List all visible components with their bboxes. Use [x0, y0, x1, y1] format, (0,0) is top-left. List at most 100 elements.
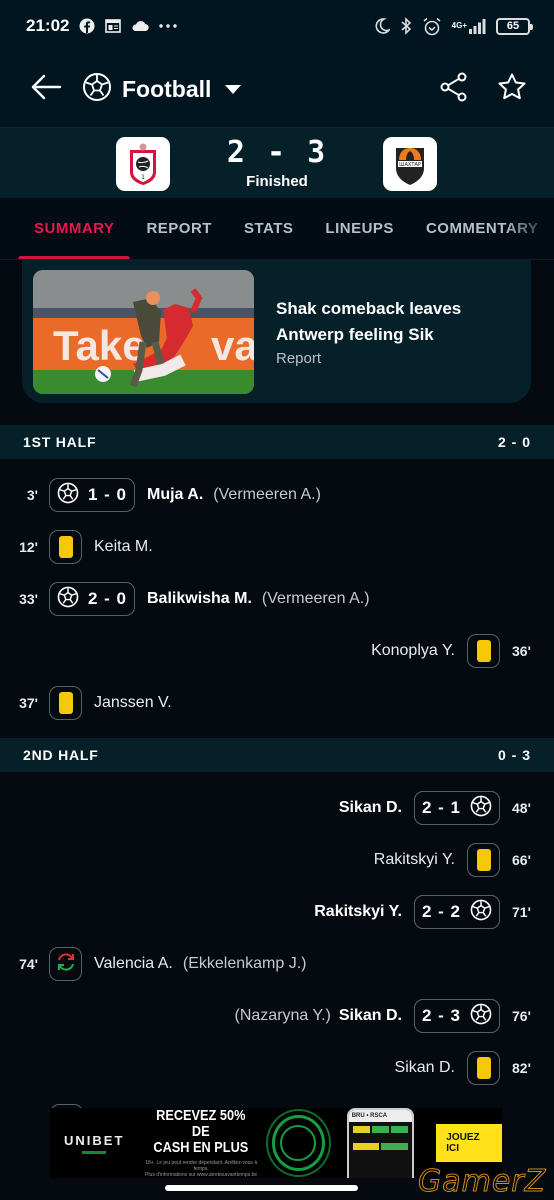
signal-icon: 4G+: [452, 18, 486, 34]
news-type: Report: [276, 350, 322, 367]
player-name: Janssen V.: [94, 694, 172, 711]
card-badge: [467, 634, 500, 668]
ad-ring-graphic: [271, 1115, 325, 1171]
event-row[interactable]: 37' Janssen V.: [0, 683, 554, 723]
event-row[interactable]: 33' 2 - 0 Balikwisha M. (Vermeeren A.): [0, 579, 554, 619]
away-team-logo[interactable]: ШАХТАР: [383, 137, 437, 191]
card-badge: [467, 843, 500, 877]
tab-bar: SUMMARY REPORT STATS LINEUPS COMMENTARY: [0, 198, 554, 260]
ad-headline-line-2: CASH EN PLUS: [153, 1139, 249, 1156]
player-name: Rakitskyi Y.: [373, 851, 455, 868]
section-header-2nd-half: 2ND HALF 0 - 3: [0, 738, 554, 772]
section-label: 1ST HALF: [23, 434, 97, 450]
match-score: 2 - 3: [226, 134, 328, 170]
svg-text:1: 1: [141, 174, 145, 181]
tab-commentary[interactable]: COMMENTARY: [410, 198, 554, 259]
yellow-card-icon: [476, 640, 491, 662]
assist-name: (Vermeeren A.): [213, 486, 321, 503]
ad-disclaimer-1: 18+. Le jeu peut rendre dépendant. Arrêt…: [145, 1160, 258, 1172]
section-header-1st-half: 1ST HALF 2 - 0: [0, 425, 554, 459]
goal-badge: 2 - 0: [49, 582, 135, 616]
share-button[interactable]: [438, 72, 470, 107]
event-minute: 48': [512, 800, 531, 816]
event-row[interactable]: 3' 1 - 0 Muja A. (Vermeeren A.): [0, 475, 554, 515]
ad-brand-logo: UNIBET: [64, 1133, 124, 1154]
goal-score: 2 - 1: [422, 798, 462, 817]
match-status: Finished: [246, 172, 308, 190]
sport-selector[interactable]: Football: [82, 72, 242, 107]
shakhtar-crest-icon: ШАХТАР: [396, 148, 424, 185]
card-badge: [49, 686, 82, 720]
event-row[interactable]: 74' Valencia A. (Ekkelenkamp J.): [0, 944, 554, 984]
share-icon: [440, 72, 468, 107]
news-card[interactable]: Take va Shak comeback leaves Antwerp fee…: [22, 260, 531, 403]
player-name: Konoplya Y.: [371, 642, 455, 659]
event-row[interactable]: Sikan D. 2 - 1 48': [0, 788, 554, 828]
clock: 21:02: [26, 16, 70, 35]
home-team-logo[interactable]: 1: [116, 137, 170, 191]
event-row[interactable]: Rakitskyi Y. 2 - 2 71': [0, 892, 554, 932]
ad-headline-line-1: RECEVEZ 50% DE: [156, 1107, 246, 1140]
news-title: Shak comeback leaves Antwerp feeling Sik: [276, 299, 462, 344]
player-name: Muja A.: [147, 486, 204, 503]
tab-summary[interactable]: SUMMARY: [18, 198, 131, 259]
tab-report[interactable]: REPORT: [130, 198, 228, 259]
football-icon: [470, 1003, 492, 1030]
match-header: 1 2 - 3 Finished ШАХТАР: [0, 128, 554, 198]
status-bar: 21:02 4G+ 65: [0, 0, 554, 52]
section-score: 2 - 0: [497, 434, 531, 450]
event-row[interactable]: Konoplya Y. 36': [0, 631, 554, 671]
event-minute: 76': [512, 1008, 531, 1024]
calendar-icon: [105, 19, 122, 33]
player-name: Balikwisha M.: [147, 590, 252, 607]
back-button[interactable]: [28, 72, 64, 108]
event-minute: 74': [19, 956, 38, 972]
yellow-card-icon: [476, 1057, 491, 1079]
event-row[interactable]: Rakitskyi Y. 66': [0, 840, 554, 880]
arrow-left-icon: [30, 74, 62, 105]
star-icon: [497, 72, 527, 107]
battery-indicator: 65: [496, 17, 533, 35]
section-score: 0 - 3: [497, 747, 531, 763]
football-icon: [57, 482, 79, 509]
event-minute: 12': [19, 539, 38, 555]
more-dots-icon: [159, 24, 178, 28]
assist-name: (Nazaryna Y.): [234, 1007, 331, 1024]
alarm-icon: [422, 17, 442, 36]
event-minute: 71': [512, 904, 531, 920]
svg-text:va: va: [211, 322, 254, 369]
player-name: Valencia A.: [94, 955, 173, 972]
event-minute: 36': [512, 643, 531, 659]
svg-text:ШАХТАР: ШАХТАР: [399, 162, 421, 168]
card-badge: [49, 530, 82, 564]
ad-phone-graphic: BRU • RSCA: [346, 1108, 415, 1178]
football-icon: [470, 795, 492, 822]
favorite-button[interactable]: [496, 72, 528, 107]
goal-score: 2 - 2: [422, 902, 462, 921]
yellow-card-icon: [58, 692, 73, 714]
goal-badge: 2 - 2: [414, 895, 500, 929]
ad-cta-button[interactable]: JOUEZ ICI: [436, 1124, 502, 1162]
substitution-badge: [49, 947, 82, 981]
football-icon: [82, 72, 112, 107]
event-row[interactable]: Sikan D. 82': [0, 1048, 554, 1088]
substitution-icon: [55, 951, 77, 978]
news-thumbnail: Take va: [33, 269, 254, 394]
tab-stats[interactable]: STATS: [228, 198, 309, 259]
home-indicator[interactable]: [165, 1185, 358, 1191]
bluetooth-icon: [400, 17, 412, 35]
player-name: Keita M.: [94, 538, 153, 555]
assist-name: (Vermeeren A.): [261, 590, 370, 607]
goal-score: 1 - 0: [87, 485, 127, 504]
tab-lineups[interactable]: LINEUPS: [309, 198, 410, 259]
antwerp-crest-icon: 1: [130, 143, 156, 185]
goal-badge: 2 - 3: [414, 999, 500, 1033]
event-row[interactable]: (Nazaryna Y.) Sikan D. 2 - 3 76': [0, 996, 554, 1036]
goal-badge: 2 - 1: [414, 791, 500, 825]
event-row[interactable]: 12' Keita M.: [0, 527, 554, 567]
football-icon: [57, 586, 79, 613]
football-icon: [470, 899, 492, 926]
card-badge: [467, 1051, 500, 1085]
section-label: 2ND HALF: [23, 747, 99, 763]
player-name: Sikan D.: [394, 1059, 455, 1076]
